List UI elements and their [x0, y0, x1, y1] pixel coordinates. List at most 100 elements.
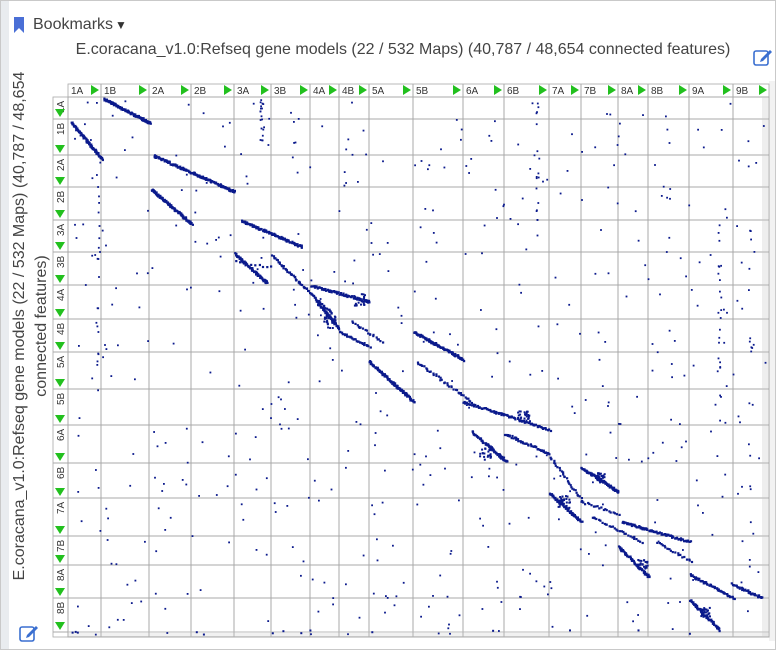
dot-mark: [168, 161, 171, 164]
dot-mark: [647, 278, 650, 281]
dot-mark: [637, 614, 639, 616]
dot-mark: [302, 560, 305, 563]
dot-mark: [533, 154, 536, 157]
dot-mark: [252, 102, 255, 105]
dot-mark: [308, 496, 310, 499]
dot-mark: [561, 495, 564, 498]
dot-mark: [627, 534, 630, 537]
dot-mark: [529, 168, 532, 170]
dot-mark: [736, 299, 739, 302]
dot-mark: [718, 336, 721, 339]
dot-mark: [129, 484, 132, 487]
dot-mark: [260, 257, 263, 259]
dot-mark: [267, 620, 270, 622]
dot-mark: [78, 417, 81, 419]
dot-mark: [126, 583, 129, 586]
dot-mark: [175, 154, 178, 157]
dot-mark: [560, 497, 563, 500]
dot-mark: [362, 554, 365, 557]
plot-area: [67, 96, 770, 638]
dot-mark: [566, 495, 569, 498]
dot-mark: [514, 418, 517, 421]
dot-mark: [194, 240, 197, 243]
dot-mark: [233, 191, 236, 194]
dot-mark: [717, 311, 720, 314]
y-chromosome-label: 8A: [56, 568, 67, 581]
dot-mark: [496, 217, 498, 219]
dot-mark: [500, 601, 503, 603]
dot-mark: [300, 574, 302, 577]
dot-mark: [498, 630, 500, 632]
dot-mark: [613, 512, 617, 515]
dot-mark: [111, 114, 114, 117]
dot-mark: [749, 230, 752, 232]
dot-mark: [536, 219, 539, 221]
dot-mark: [714, 403, 717, 406]
dot-mark: [597, 479, 600, 482]
dot-mark: [411, 468, 414, 471]
dot-mark: [465, 165, 468, 167]
dot-mark: [130, 602, 133, 604]
dot-mark: [698, 577, 701, 580]
dot-mark: [685, 440, 687, 443]
dot-mark: [252, 281, 255, 284]
dot-mark: [688, 541, 690, 543]
dot-mark: [423, 365, 426, 368]
dot-mark: [615, 457, 618, 459]
dot-mark: [347, 138, 350, 141]
dot-mark: [242, 518, 245, 521]
dot-mark: [332, 597, 335, 599]
dotplot-canvas[interactable]: 1A 1B 2A 2B 3A 3B 4A 4B 5A 5B 6A 6B 7A 7B 8A 8B 9A 9B1A1B…: [1, 1, 775, 649]
dot-mark: [554, 462, 557, 465]
dot-mark: [222, 125, 224, 128]
dot-mark: [429, 474, 432, 476]
dot-mark: [169, 516, 172, 519]
dot-mark: [559, 475, 562, 477]
dot-mark: [344, 280, 346, 283]
dot-mark: [719, 361, 721, 364]
dot-mark: [619, 423, 622, 425]
dot-mark: [382, 373, 385, 376]
dot-mark: [748, 267, 751, 270]
dot-mark: [618, 530, 621, 533]
dot-mark: [432, 232, 435, 234]
dot-mark: [670, 363, 673, 365]
dot-mark: [151, 267, 154, 269]
x-chromosome-label: 5B: [416, 86, 429, 97]
y-chromosome-label: 6A: [56, 428, 67, 441]
dot-mark: [97, 152, 100, 154]
dot-mark: [719, 419, 721, 422]
dot-mark: [353, 259, 356, 262]
x-chromosome-label: 9A: [692, 86, 705, 97]
dot-mark: [342, 292, 345, 295]
dot-mark: [703, 611, 705, 614]
dot-mark: [154, 476, 156, 479]
dot-mark: [210, 180, 213, 183]
dot-mark: [266, 281, 269, 284]
dot-mark: [723, 308, 725, 311]
dot-mark: [481, 452, 484, 455]
dot-mark: [511, 434, 514, 438]
dot-mark: [547, 429, 550, 432]
dot-mark: [437, 632, 440, 635]
dot-mark: [717, 357, 720, 360]
dot-mark: [648, 575, 651, 579]
dot-mark: [138, 306, 141, 309]
dot-mark: [723, 341, 726, 344]
dot-mark: [115, 287, 117, 290]
dot-mark: [235, 432, 237, 435]
dot-mark: [217, 236, 220, 239]
dot-mark: [579, 332, 581, 335]
dot-mark: [310, 633, 312, 636]
dot-mark: [198, 495, 200, 497]
x-chromosome-label: 1A: [71, 86, 84, 97]
dot-mark: [351, 153, 354, 156]
dot-mark: [521, 197, 524, 200]
dot-mark: [440, 378, 443, 381]
dot-mark: [750, 350, 753, 353]
dot-mark: [360, 303, 362, 306]
dot-mark: [354, 322, 357, 325]
dot-mark: [191, 535, 194, 537]
dot-mark: [737, 415, 740, 418]
dot-mark: [626, 601, 629, 604]
